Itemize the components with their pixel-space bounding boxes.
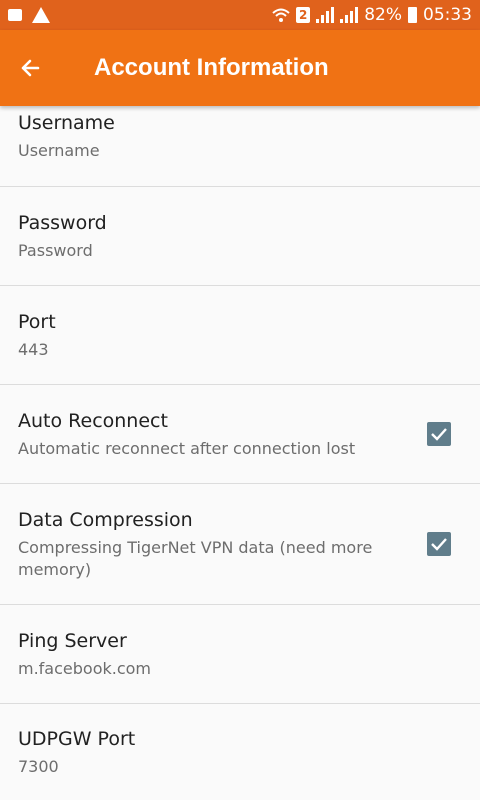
back-button[interactable]: [0, 30, 60, 106]
setting-value: 443: [18, 339, 49, 359]
check-icon: [431, 428, 447, 441]
battery-percent: 82%: [364, 5, 402, 25]
wifi-icon: [272, 8, 290, 22]
setting-title: Password: [18, 211, 107, 234]
signal-icon-2: [340, 7, 359, 23]
setting-title: Username: [18, 111, 115, 134]
signal-icon: [316, 7, 335, 23]
clock: 05:33: [423, 5, 472, 25]
setting-data-compression[interactable]: Data Compression Compressing TigerNet VP…: [0, 484, 480, 605]
setting-value: Username: [18, 140, 100, 160]
setting-title: UDPGW Port: [18, 727, 136, 750]
setting-port[interactable]: Port 443: [0, 286, 480, 385]
app-bar: Account Information: [0, 30, 480, 106]
setting-title: Data Compression: [18, 508, 193, 531]
sim-slot-icon: 2: [296, 7, 311, 23]
setting-username[interactable]: Username Username: [0, 106, 480, 187]
auto-reconnect-checkbox[interactable]: [427, 422, 451, 446]
settings-list: Username Username Password Password Port…: [0, 106, 480, 800]
setting-description: Compressing TigerNet VPN data (need more…: [18, 537, 373, 579]
check-icon: [431, 538, 447, 551]
setting-ping-server[interactable]: Ping Server m.facebook.com: [0, 605, 480, 704]
setting-udpgw-port[interactable]: UDPGW Port 7300: [0, 704, 480, 800]
setting-description: Automatic reconnect after connection los…: [18, 438, 356, 458]
battery-icon: [408, 7, 417, 23]
data-compression-checkbox[interactable]: [427, 532, 451, 556]
setting-value: 7300: [18, 756, 59, 776]
warning-icon: [32, 7, 50, 23]
page-title: Account Information: [94, 54, 329, 81]
arrow-left-icon: [21, 59, 40, 77]
setting-title: Ping Server: [18, 629, 127, 652]
status-bar: 2 82% 05:33: [0, 0, 480, 30]
setting-password[interactable]: Password Password: [0, 187, 480, 286]
setting-value: m.facebook.com: [18, 658, 152, 678]
setting-title: Auto Reconnect: [18, 409, 168, 432]
setting-title: Port: [18, 310, 56, 333]
setting-value: Password: [18, 240, 93, 260]
notification-icon: [8, 9, 22, 21]
setting-auto-reconnect[interactable]: Auto Reconnect Automatic reconnect after…: [0, 385, 480, 484]
